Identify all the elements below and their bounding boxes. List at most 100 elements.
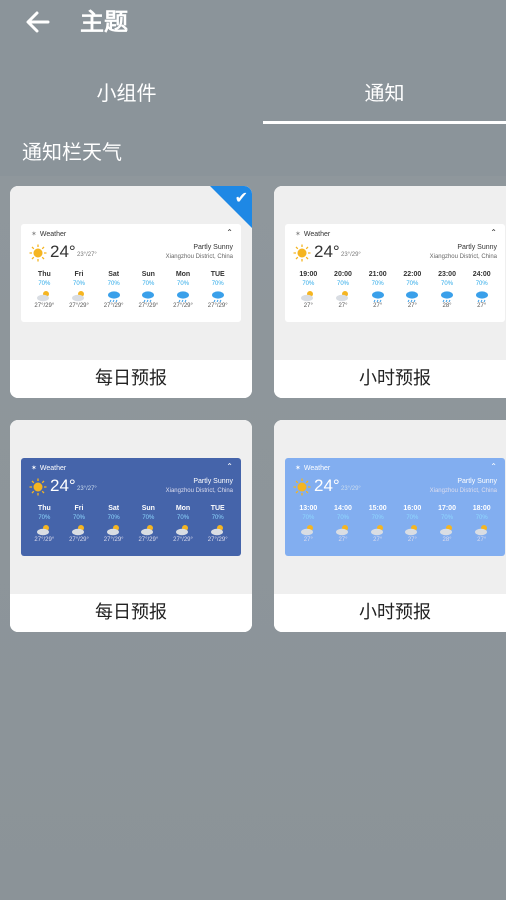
forecast-temp: 27° — [407, 303, 417, 309]
forecast-temp: 27°/29° — [207, 303, 228, 309]
forecast-label: 18:00 — [472, 505, 491, 512]
partly-sunny-icon — [300, 289, 316, 302]
forecast-label: 17:00 — [438, 505, 456, 512]
temp-range: 23°/29° — [341, 252, 361, 258]
forecast-label: TUE — [210, 271, 225, 278]
checkmark-icon: ✔ — [234, 188, 248, 207]
partly-sunny-icon — [36, 289, 52, 302]
tab-notifications[interactable]: 通知 — [263, 60, 506, 126]
precip-chance: 70% — [406, 515, 419, 521]
forecast-label: Fri — [74, 505, 84, 512]
chevron-up-icon: ⌃ — [226, 462, 233, 471]
forecast-item: 14:00 70% 27° — [326, 504, 361, 554]
forecast-label: TUE — [210, 505, 225, 512]
forecast-item: Thu 70% 27°/29° — [27, 504, 62, 554]
precip-chance: 70% — [107, 281, 120, 287]
rain-icon — [474, 289, 490, 303]
chevron-up-icon: ⌃ — [490, 462, 497, 471]
forecast-item: Sat 70% 27°/29° — [96, 504, 131, 554]
forecast-temp: 27° — [303, 537, 313, 543]
forecast-item: 20:00 70% 27° — [326, 270, 361, 320]
forecast-temp: 27° — [303, 303, 313, 309]
precip-chance: 70% — [107, 515, 120, 521]
location-text: Xiangzhou District, China — [165, 488, 233, 494]
forecast-temp: 27°/29° — [69, 303, 89, 309]
preview-area: Weather ⌃ 24°23°/29° Partly Sunny Xiangzhou … — [274, 420, 506, 594]
precip-chance: 70% — [142, 515, 155, 521]
forecast-item: 19:00 70% 27° — [291, 270, 326, 320]
forecast-label: 20:00 — [334, 271, 352, 278]
partly-sunny-icon — [439, 523, 455, 536]
precip-chance: 70% — [211, 515, 224, 521]
card-label: 每日预报 — [10, 360, 252, 398]
forecast-label: 22:00 — [403, 271, 422, 278]
theme-card-daily-light[interactable]: Weather ⌃ 24°23°/27° Partly Sunny Xiangzhou … — [10, 186, 252, 398]
forecast-label: Mon — [175, 271, 191, 278]
temp-range: 23°/29° — [341, 486, 361, 492]
partly-sunny-icon — [300, 523, 316, 536]
forecast-label: 23:00 — [438, 271, 456, 278]
forecast-item: 21:00 70% 27° — [360, 270, 395, 320]
card-label: 每日预报 — [10, 594, 252, 632]
rain-icon — [175, 289, 191, 303]
forecast-item: TUE 70% 27°/29° — [200, 504, 235, 554]
forecast-label: Sat — [108, 505, 120, 512]
forecast-label: Sun — [141, 271, 155, 278]
card-label: 小时预报 — [274, 594, 506, 632]
forecast-label: Mon — [175, 505, 191, 512]
forecast-item: Mon 70% 27°/29° — [166, 270, 201, 320]
precip-chance: 70% — [302, 281, 315, 287]
location-text: Xiangzhou District, China — [165, 254, 233, 260]
forecast-temp: 27°/29° — [138, 303, 159, 309]
forecast-label: 13:00 — [299, 505, 318, 512]
sun-icon — [293, 244, 311, 262]
precip-chance: 70% — [475, 515, 488, 521]
precip-chance: 70% — [337, 515, 350, 521]
tab-indicator — [263, 121, 506, 124]
current-temp: 24° — [314, 242, 340, 261]
forecast-label: 21:00 — [368, 271, 387, 278]
theme-card-daily-sky[interactable]: Weather ⌃ 24°23°/27° Partly Sunny Xiangzhou … — [10, 420, 252, 632]
back-button[interactable] — [22, 6, 58, 38]
rain-icon — [370, 289, 386, 303]
tab-widgets[interactable]: 小组件 — [0, 60, 253, 126]
app-name: Weather — [295, 464, 330, 472]
partly-sunny-icon — [404, 523, 420, 536]
condition-text: Partly Sunny — [193, 244, 233, 251]
app-header: 主题 — [0, 0, 506, 50]
app-name: Weather — [295, 230, 330, 238]
partly-sunny-icon — [71, 523, 87, 536]
forecast-temp: 27°/29° — [207, 537, 228, 543]
forecast-label: 14:00 — [334, 505, 352, 512]
precip-chance: 70% — [406, 281, 419, 287]
rain-icon — [404, 289, 420, 303]
forecast-label: 16:00 — [403, 505, 422, 512]
precip-chance: 70% — [38, 281, 51, 287]
chevron-up-icon: ⌃ — [490, 228, 497, 237]
current-temp: 24° — [314, 476, 340, 495]
current-temp: 24° — [50, 476, 76, 495]
theme-card-hourly-blue[interactable]: Weather ⌃ 24°23°/29° Partly Sunny Xiangzhou … — [274, 420, 506, 632]
theme-card-hourly-light[interactable]: Weather ⌃ 24°23°/29° Partly Sunny Xiangzhou … — [274, 186, 506, 398]
preview-area: Weather ⌃ 24°23°/29° Partly Sunny Xiangzhou … — [274, 186, 506, 360]
forecast-temp: 27° — [338, 537, 348, 543]
forecast-temp: 27°/29° — [103, 537, 124, 543]
partly-sunny-icon — [140, 523, 156, 536]
forecast-temp: 28° — [442, 303, 452, 309]
tab-bar: 小组件 通知 — [0, 60, 506, 126]
rain-icon — [439, 289, 455, 303]
precip-chance: 70% — [337, 281, 350, 287]
partly-sunny-icon — [335, 289, 351, 302]
partly-sunny-icon — [474, 523, 490, 536]
preview-area: Weather ⌃ 24°23°/27° Partly Sunny Xiangzhou … — [10, 420, 252, 594]
precip-chance: 70% — [475, 281, 488, 287]
forecast-item: 18:00 70% 27° — [464, 504, 499, 554]
forecast-item: Sun 70% 27°/29° — [131, 504, 166, 554]
location-text: Xiangzhou District, China — [429, 254, 497, 260]
forecast-item: 17:00 70% 28° — [430, 504, 465, 554]
forecast-temp: 28° — [442, 537, 452, 543]
forecast-label: Sun — [141, 505, 155, 512]
current-temp: 24° — [50, 242, 76, 261]
forecast-temp: 27°/29° — [173, 303, 193, 309]
condition-text: Partly Sunny — [457, 478, 497, 485]
